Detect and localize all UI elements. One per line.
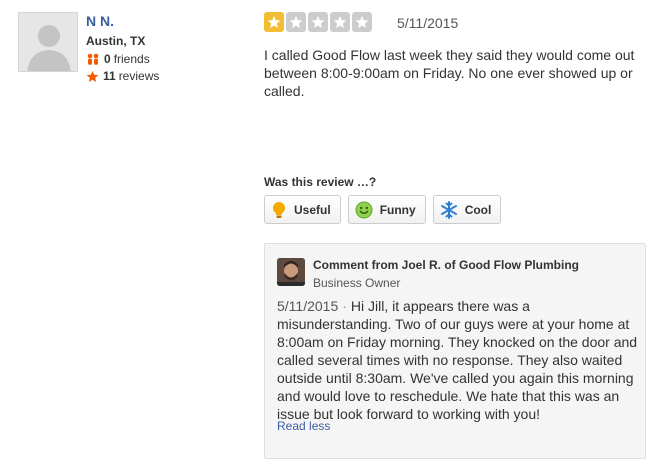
cool-label: Cool — [464, 202, 492, 217]
rating-star-icon — [330, 12, 350, 32]
comment-date: 5/11/2015 — [277, 298, 339, 314]
owner-role: Business Owner — [313, 276, 401, 290]
vote-buttons: Useful Funny Cool — [264, 195, 502, 224]
lightbulb-icon — [273, 201, 285, 218]
friends-number: 0 — [104, 52, 111, 66]
useful-button[interactable]: Useful — [264, 195, 341, 224]
owner-comment: Comment from Joel R. of Good Flow Plumbi… — [264, 243, 646, 459]
rating-star-icon — [286, 12, 306, 32]
reviews-number: 11 — [103, 69, 116, 83]
friends-count: 0 friends — [86, 52, 150, 66]
owner-avatar[interactable] — [277, 258, 305, 286]
star-rating — [264, 12, 372, 32]
reviewer-location: Austin, TX — [86, 34, 146, 48]
funny-label: Funny — [379, 202, 416, 217]
comment-author: Comment from Joel R. of Good Flow Plumbi… — [313, 258, 579, 272]
helpful-question: Was this review …? — [264, 175, 377, 189]
reviewer-name[interactable]: N N. — [86, 13, 114, 29]
review-text: I called Good Flow last week they said t… — [264, 47, 635, 99]
separator-dot: · — [342, 298, 347, 314]
friends-label: friends — [113, 52, 150, 66]
review-date: 5/11/2015 — [397, 15, 459, 31]
owner-photo-icon — [277, 258, 305, 286]
review-star-icon — [86, 70, 99, 82]
smiley-icon — [355, 201, 373, 218]
read-less-link[interactable]: Read less — [277, 419, 330, 433]
comment-text: Hi Jill, it appears there was a misunder… — [277, 298, 638, 422]
rating-star-icon — [264, 12, 284, 32]
useful-label: Useful — [294, 202, 331, 217]
snowflake-icon — [440, 200, 457, 219]
reviewer-avatar[interactable] — [18, 12, 78, 72]
rating-star-icon — [308, 12, 328, 32]
cool-button[interactable]: Cool — [432, 195, 502, 224]
friends-icon — [87, 53, 99, 65]
funny-button[interactable]: Funny — [347, 195, 426, 224]
comment-body: 5/11/2015 · Hi Jill, it appears there was … — [277, 297, 642, 423]
rating-star-icon — [352, 12, 372, 32]
reviews-label: reviews — [118, 69, 160, 83]
reviews-count: 11 reviews — [86, 69, 159, 83]
default-user-icon — [19, 13, 77, 71]
